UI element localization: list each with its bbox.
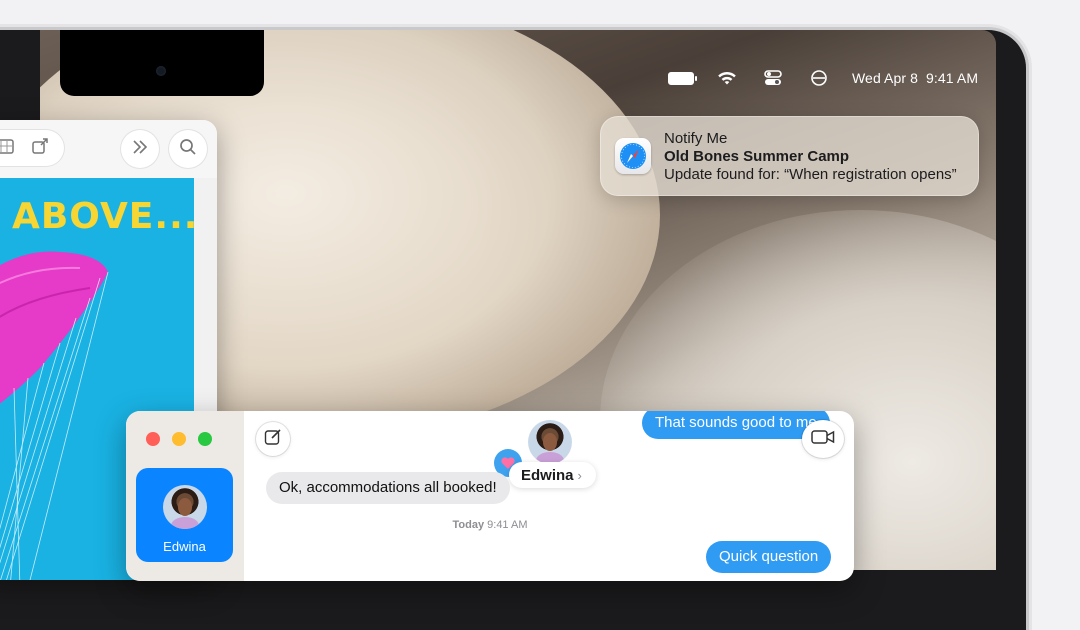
wifi-icon[interactable] bbox=[714, 68, 740, 88]
menu-bar-time: 9:41 AM bbox=[926, 70, 979, 86]
camera-icon bbox=[156, 66, 166, 76]
menu-bar-date: Wed Apr 8 bbox=[852, 70, 919, 86]
focus-icon[interactable] bbox=[806, 68, 832, 88]
notification-title: Notify Me bbox=[664, 130, 728, 147]
incoming-message[interactable]: Ok, accommodations all booked! bbox=[266, 472, 510, 504]
outgoing-message[interactable]: Quick question bbox=[706, 541, 832, 573]
close-window-button[interactable] bbox=[146, 432, 160, 446]
compose-icon bbox=[264, 428, 282, 451]
video-camera-icon bbox=[811, 429, 835, 450]
notification-subtitle: Old Bones Summer Camp bbox=[664, 148, 850, 165]
extensions-button[interactable] bbox=[121, 130, 159, 168]
tab-tools-group bbox=[0, 130, 64, 166]
notification-banner[interactable]: Notify Me Old Bones Summer Camp Update f… bbox=[600, 116, 979, 196]
search-button[interactable] bbox=[169, 130, 207, 168]
browser-toolbar bbox=[0, 120, 217, 178]
contact-name-button[interactable]: Edwina › bbox=[509, 462, 596, 488]
messages-sidebar: Edwina bbox=[126, 411, 244, 581]
timestamp-day: Today bbox=[452, 519, 485, 531]
control-center-icon[interactable] bbox=[760, 68, 786, 88]
share-icon[interactable] bbox=[30, 136, 50, 161]
zoom-window-button[interactable] bbox=[198, 432, 212, 446]
conversation-name: Edwina bbox=[163, 539, 206, 554]
contact-name: Edwina bbox=[521, 466, 574, 484]
timestamp-time: 9:41 AM bbox=[487, 519, 528, 531]
battery-icon[interactable] bbox=[668, 68, 697, 88]
conversation-item-edwina[interactable]: Edwina bbox=[136, 468, 233, 562]
tab-overview-icon[interactable] bbox=[0, 137, 16, 160]
camera-notch bbox=[60, 30, 264, 96]
message-timestamp: Today 9:41 AM bbox=[126, 519, 854, 531]
messages-window[interactable]: Edwina That sounds good to me Edwina › O… bbox=[126, 411, 854, 581]
compose-button[interactable] bbox=[256, 422, 290, 456]
menu-bar-status: Wed Apr 8 9:41 AM bbox=[668, 66, 978, 90]
notification-body: Update found for: “When registration ope… bbox=[664, 166, 957, 183]
minimize-window-button[interactable] bbox=[172, 432, 186, 446]
search-icon bbox=[179, 138, 197, 161]
contact-avatar[interactable] bbox=[528, 420, 572, 464]
menu-bar-clock[interactable]: Wed Apr 8 9:41 AM bbox=[852, 70, 978, 86]
chevron-right-icon: › bbox=[577, 467, 582, 483]
safari-icon bbox=[615, 138, 651, 174]
chevron-double-right-icon bbox=[131, 139, 149, 160]
facetime-button[interactable] bbox=[802, 420, 844, 458]
